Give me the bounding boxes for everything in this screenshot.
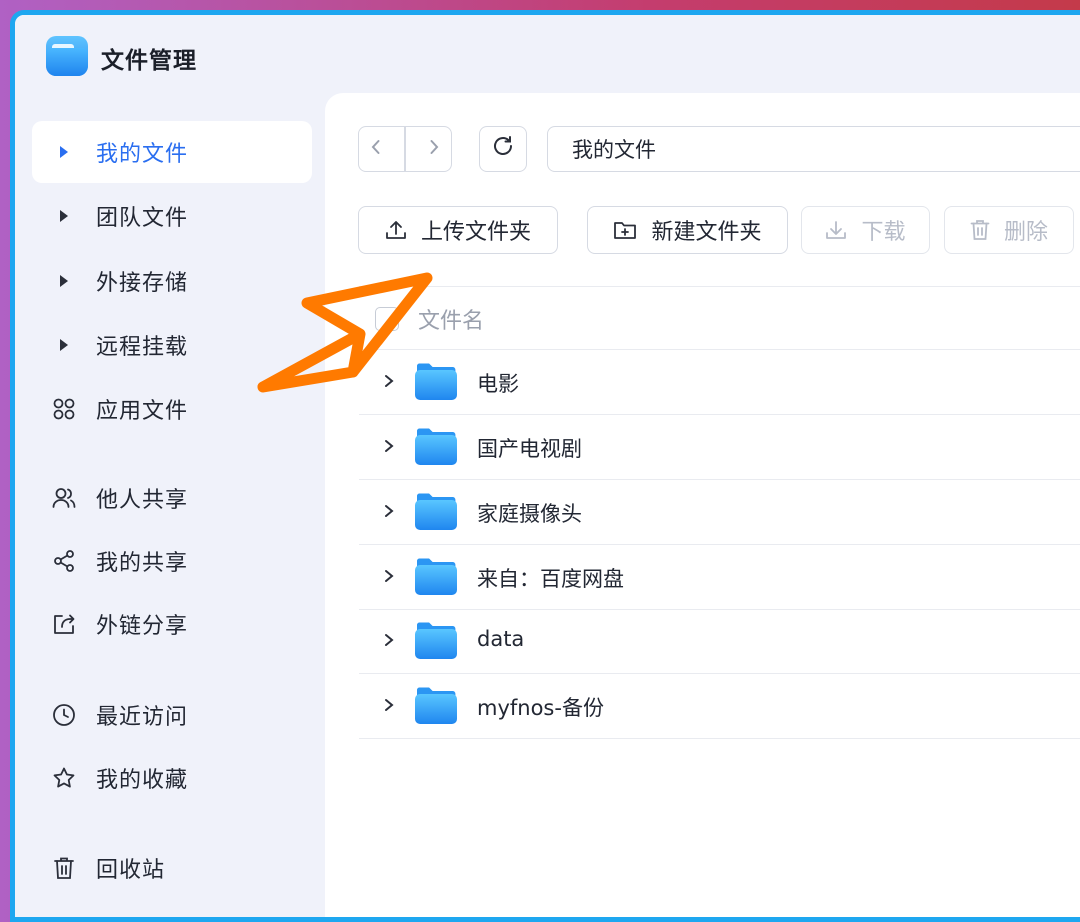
apps-grid-icon (42, 378, 86, 440)
folder-icon (415, 686, 457, 724)
expand-chevron-icon[interactable] (383, 566, 395, 590)
sidebar-item-my-files[interactable]: 我的文件 (32, 121, 312, 183)
download-icon (825, 219, 847, 241)
forward-button[interactable] (427, 137, 441, 162)
file-name: data (477, 627, 525, 651)
share-icon (42, 530, 86, 592)
app-title: 文件管理 (101, 48, 197, 74)
path-breadcrumb[interactable]: 我的文件 (547, 126, 1080, 172)
chevron-right-icon (427, 137, 441, 162)
sidebar-item-link-shares[interactable]: 外链分享 (32, 593, 312, 655)
sidebar-item-shared-with-me[interactable]: 他人共享 (32, 467, 312, 529)
divider (404, 127, 406, 171)
table-row[interactable]: 国产电视剧 (359, 415, 1080, 480)
chevron-left-icon (369, 137, 383, 162)
file-name: 家庭摄像头 (477, 502, 582, 526)
upload-folder-label: 上传文件夹 (420, 220, 531, 245)
upload-folder-button[interactable]: 上传文件夹 (358, 206, 558, 254)
file-manager-app: 文件管理 我的文件 团队文件 外接存储 远程挂载 应用文件 他人共享 我的共享 … (15, 15, 1080, 917)
folder-icon (415, 492, 457, 530)
sidebar-item-label: 我的收藏 (96, 768, 189, 793)
sidebar-item-my-shares[interactable]: 我的共享 (32, 530, 312, 592)
expand-chevron-icon[interactable] (383, 630, 395, 654)
folder-icon (415, 621, 457, 659)
trash-icon (970, 219, 990, 241)
table-row[interactable]: data (359, 609, 1080, 674)
expand-chevron-icon[interactable] (383, 501, 395, 525)
caret-right-icon (42, 314, 86, 376)
refresh-icon (491, 134, 515, 164)
sidebar-item-label: 团队文件 (96, 206, 189, 231)
caret-right-icon (42, 250, 86, 312)
trash-icon (42, 837, 86, 899)
delete-button[interactable]: 删除 (944, 206, 1074, 254)
download-label: 下载 (861, 220, 906, 245)
new-folder-button[interactable]: 新建文件夹 (587, 206, 788, 254)
table-row[interactable]: 来自：百度网盘 (359, 545, 1080, 610)
sidebar-item-label: 我的共享 (96, 551, 189, 576)
table-header: 文件名 (359, 286, 1080, 350)
upload-icon (385, 219, 407, 241)
new-folder-label: 新建文件夹 (651, 220, 762, 245)
path-text: 我的文件 (572, 138, 656, 162)
caret-right-icon (42, 185, 86, 247)
sidebar-item-label: 外链分享 (96, 614, 189, 639)
table-row[interactable]: 电影 (359, 350, 1080, 415)
expand-chevron-icon[interactable] (383, 695, 395, 719)
users-icon (42, 467, 86, 529)
sidebar-item-label: 回收站 (96, 858, 166, 883)
sidebar-item-label: 最近访问 (96, 705, 189, 730)
main-panel: 我的文件 上传文件夹 新建文件夹 下载 删除 文件名 电影 国产电视剧 家庭摄像… (325, 93, 1080, 917)
file-name: 国产电视剧 (477, 437, 582, 461)
sidebar-item-label: 应用文件 (96, 399, 189, 424)
sidebar-item-team-files[interactable]: 团队文件 (32, 185, 312, 247)
sidebar-item-recent[interactable]: 最近访问 (32, 684, 312, 746)
download-button[interactable]: 下载 (801, 206, 930, 254)
history-nav-group (358, 126, 452, 172)
expand-chevron-icon[interactable] (383, 436, 395, 460)
table-row[interactable]: 家庭摄像头 (359, 480, 1080, 545)
sidebar-item-trash[interactable]: 回收站 (32, 837, 312, 899)
annotation-arrow-icon (257, 272, 433, 393)
back-button[interactable] (369, 137, 383, 162)
file-name: 来自：百度网盘 (477, 567, 624, 591)
sidebar-item-favorites[interactable]: 我的收藏 (32, 747, 312, 809)
sidebar-item-label: 他人共享 (96, 488, 189, 513)
delete-label: 删除 (1003, 220, 1048, 245)
clock-icon (42, 684, 86, 746)
sidebar-item-label: 我的文件 (96, 142, 189, 167)
sidebar: 我的文件 团队文件 外接存储 远程挂载 应用文件 他人共享 我的共享 外链分享 … (15, 97, 325, 917)
title-bar: 文件管理 (15, 15, 1080, 97)
new-folder-icon (613, 219, 637, 241)
table-row[interactable]: myfnos-备份 (359, 674, 1080, 739)
file-name: myfnos-备份 (477, 696, 604, 720)
refresh-button[interactable] (479, 126, 527, 172)
sidebar-item-label: 远程挂载 (96, 335, 189, 360)
star-icon (42, 747, 86, 809)
caret-right-icon (42, 121, 86, 183)
folder-app-icon (46, 36, 88, 76)
window-frame: 文件管理 我的文件 团队文件 外接存储 远程挂载 应用文件 他人共享 我的共享 … (10, 10, 1080, 922)
external-share-icon (42, 593, 86, 655)
folder-icon (415, 557, 457, 595)
file-name: 电影 (477, 372, 519, 396)
folder-icon (415, 427, 457, 465)
sidebar-item-label: 外接存储 (96, 271, 189, 296)
